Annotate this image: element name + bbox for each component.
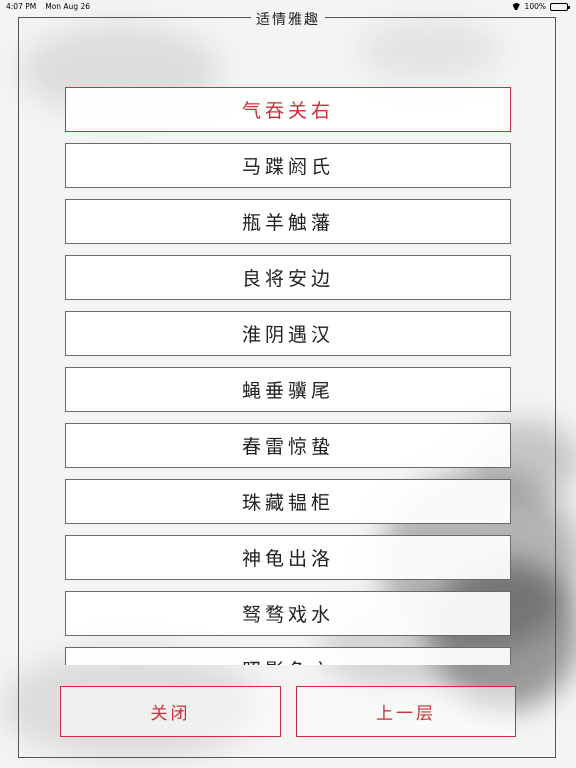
list-item[interactable]: 蝇垂骥尾 bbox=[65, 367, 511, 412]
wifi-icon bbox=[512, 3, 521, 10]
battery-percent: 100% bbox=[524, 2, 546, 11]
list-item[interactable]: 驽骛戏水 bbox=[65, 591, 511, 636]
close-button[interactable]: 关闭 bbox=[60, 686, 281, 737]
battery-icon bbox=[550, 2, 570, 11]
list-item[interactable]: 瓶羊触藩 bbox=[65, 199, 511, 244]
list-item[interactable]: 良将安边 bbox=[65, 255, 511, 300]
status-bar: 4:07 PM Mon Aug 26 100% bbox=[0, 0, 576, 14]
list-item[interactable]: 神龟出洛 bbox=[65, 535, 511, 580]
status-date: Mon Aug 26 bbox=[45, 2, 91, 11]
list-item[interactable]: 春雷惊蛰 bbox=[65, 423, 511, 468]
list-item[interactable]: 淮阴遇汉 bbox=[65, 311, 511, 356]
list-item[interactable]: 珠藏韫柜 bbox=[65, 479, 511, 524]
list-item[interactable]: 马蹀阏氏 bbox=[65, 143, 511, 188]
list-item-selected[interactable]: 气吞关右 bbox=[65, 87, 511, 132]
puzzle-list[interactable]: 气吞关右马蹀阏氏瓶羊触藩良将安边淮阴遇汉蝇垂骥尾春雷惊蛰珠藏韫柜神龟出洛驽骛戏水… bbox=[65, 87, 511, 665]
up-level-button[interactable]: 上一层 bbox=[296, 686, 516, 737]
list-item[interactable]: 照影鱼之 bbox=[65, 647, 511, 665]
status-time: 4:07 PM bbox=[6, 2, 37, 11]
